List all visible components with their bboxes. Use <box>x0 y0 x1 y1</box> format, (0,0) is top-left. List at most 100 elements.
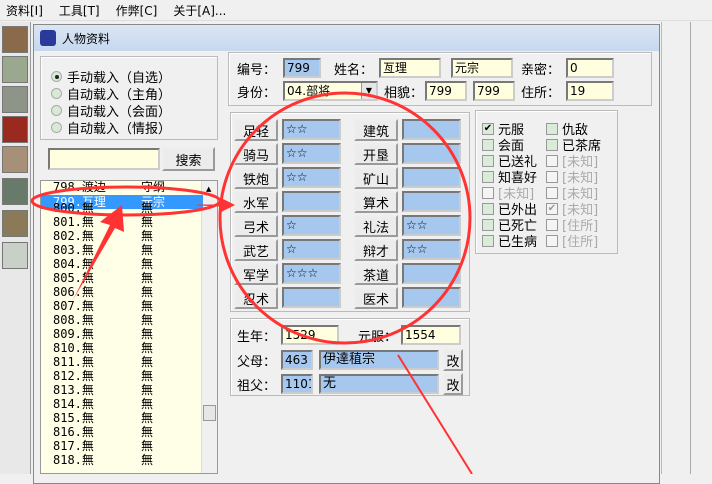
list-item[interactable]: 807.無 無 <box>41 299 203 313</box>
scroll-thumb[interactable] <box>203 405 216 421</box>
list-item[interactable]: 798.渡边 守纲 <box>41 181 203 194</box>
skill-button[interactable]: 算术 <box>354 191 398 213</box>
skill-button[interactable]: 礼法 <box>354 215 398 237</box>
radio-icon[interactable] <box>51 122 62 133</box>
list-item[interactable]: 804.無 無 <box>41 257 203 271</box>
skill-button[interactable]: 医术 <box>354 287 398 309</box>
checkbox-icon[interactable] <box>482 202 494 215</box>
checkbox-icon[interactable] <box>546 218 558 231</box>
skill-button[interactable]: 足轻 <box>234 119 278 141</box>
checkbox-icon[interactable] <box>546 170 558 183</box>
skill-button[interactable]: 武艺 <box>234 239 278 261</box>
edit-parent-button[interactable]: 改 <box>443 349 463 371</box>
portrait-icon[interactable] <box>2 26 28 53</box>
list-item[interactable]: 816.無 無 <box>41 425 203 439</box>
list-item[interactable]: 814.無 無 <box>41 397 203 411</box>
skill-rank-field[interactable] <box>402 119 461 140</box>
checkbox-icon[interactable] <box>546 122 558 135</box>
skill-rank-field[interactable]: ☆ <box>282 239 341 260</box>
parent-id-field[interactable]: 463 <box>281 350 313 370</box>
menu-item-1[interactable]: 工具[T] <box>59 2 100 19</box>
checkbox-icon[interactable] <box>482 138 494 151</box>
grandfather-name-field[interactable]: 无 <box>319 374 439 394</box>
skill-button[interactable]: 矿山 <box>354 167 398 189</box>
list-item[interactable]: 800.無 無 <box>41 201 203 215</box>
skill-rank-field[interactable]: ☆☆ <box>282 143 341 164</box>
skill-rank-field[interactable] <box>402 167 461 188</box>
skill-button[interactable]: 忍术 <box>234 287 278 309</box>
edit-grandfather-button[interactable]: 改 <box>443 373 463 395</box>
list-scrollbar[interactable]: ▲ <box>201 181 217 473</box>
list-item[interactable]: 818.無 無 <box>41 453 203 467</box>
scroll-up-icon[interactable]: ▲ <box>206 185 211 193</box>
checkbox-icon[interactable] <box>482 154 494 167</box>
skill-rank-field[interactable] <box>282 191 341 212</box>
skill-rank-field[interactable]: ☆☆ <box>402 215 461 236</box>
skill-rank-field[interactable]: ☆☆ <box>282 167 341 188</box>
skill-rank-field[interactable] <box>402 287 461 308</box>
skill-button[interactable]: 弓术 <box>234 215 278 237</box>
character-list[interactable]: ▲ 798.渡边 守纲 799.互理 元宗 800.無無 801.無無 802.無無 803.… <box>40 180 218 474</box>
menu-item-0[interactable]: 资料[I] <box>6 2 43 19</box>
list-item[interactable]: 810.無 無 <box>41 341 203 355</box>
surname-field[interactable]: 亙理 <box>379 58 441 78</box>
search-input[interactable] <box>48 148 160 170</box>
scholar-icon[interactable] <box>2 242 28 269</box>
skill-button[interactable]: 水军 <box>234 191 278 213</box>
face-field-2[interactable]: 799 <box>473 81 515 101</box>
checkbox-icon[interactable] <box>482 234 494 247</box>
intimacy-field[interactable]: 0 <box>566 58 614 78</box>
list-item[interactable]: 812.無 無 <box>41 369 203 383</box>
home-field[interactable]: 19 <box>566 81 614 101</box>
genpuku-field[interactable]: 1554 <box>401 325 461 345</box>
skill-rank-field[interactable] <box>282 287 341 308</box>
list-item[interactable]: 801.無 無 <box>41 215 203 229</box>
battle-icon[interactable] <box>2 178 28 205</box>
skill-button[interactable]: 军学 <box>234 263 278 285</box>
id-field[interactable]: 799 <box>283 58 321 78</box>
skill-rank-field[interactable] <box>402 143 461 164</box>
skill-button[interactable]: 开垦 <box>354 143 398 165</box>
skill-rank-field[interactable]: ☆☆ <box>402 239 461 260</box>
list-item[interactable]: 808.無 無 <box>41 313 203 327</box>
skill-rank-field[interactable] <box>402 191 461 212</box>
checkbox-icon[interactable] <box>546 154 558 167</box>
radio-icon[interactable] <box>51 88 62 99</box>
chevron-down-icon[interactable]: ▼ <box>361 83 376 99</box>
list-item[interactable]: 813.無 無 <box>41 383 203 397</box>
skill-rank-field[interactable]: ☆☆☆ <box>282 263 341 284</box>
menu-item-2[interactable]: 作弊[C] <box>116 2 158 19</box>
birth-year-field[interactable]: 1529 <box>281 325 339 345</box>
rank-select[interactable]: 04.部将 ▼ <box>283 81 378 101</box>
search-button[interactable]: 搜索 <box>162 147 215 171</box>
list-item[interactable]: 806.無 無 <box>41 285 203 299</box>
checkbox-icon[interactable] <box>546 234 558 247</box>
skill-rank-field[interactable]: ☆ <box>282 215 341 236</box>
crown-icon[interactable] <box>2 116 28 143</box>
army-icon[interactable] <box>2 146 28 173</box>
flag-checkbox[interactable]: [住所] <box>546 231 598 250</box>
menu-item-3[interactable]: 关于[A]... <box>173 2 226 19</box>
list-item[interactable]: 811.無 無 <box>41 355 203 369</box>
radio-icon[interactable] <box>51 71 62 82</box>
given-name-field[interactable]: 元宗 <box>451 58 513 78</box>
troops-icon[interactable] <box>2 210 28 237</box>
list-item[interactable]: 817.無 無 <box>41 439 203 453</box>
checkbox-icon[interactable]: ✔ <box>546 202 558 215</box>
castle-icon[interactable] <box>2 86 28 113</box>
list-item[interactable]: 815.無 無 <box>41 411 203 425</box>
skill-rank-field[interactable]: ☆☆ <box>282 119 341 140</box>
checkbox-icon[interactable] <box>482 170 494 183</box>
checkbox-icon[interactable] <box>546 186 558 199</box>
skill-button[interactable]: 铁炮 <box>234 167 278 189</box>
parent-name-field[interactable]: 伊達稙宗 <box>319 350 439 370</box>
list-item[interactable]: 802.無 無 <box>41 229 203 243</box>
load-mode-radio[interactable]: 自动载入（情报） <box>51 118 171 137</box>
checkbox-icon[interactable] <box>546 138 558 151</box>
list-item[interactable]: 805.無 無 <box>41 271 203 285</box>
skill-button[interactable]: 茶道 <box>354 263 398 285</box>
skill-button[interactable]: 骑马 <box>234 143 278 165</box>
skill-button[interactable]: 辩才 <box>354 239 398 261</box>
checkbox-icon[interactable]: ✔ <box>482 122 494 135</box>
flag-checkbox[interactable]: 已生病 <box>482 231 537 250</box>
